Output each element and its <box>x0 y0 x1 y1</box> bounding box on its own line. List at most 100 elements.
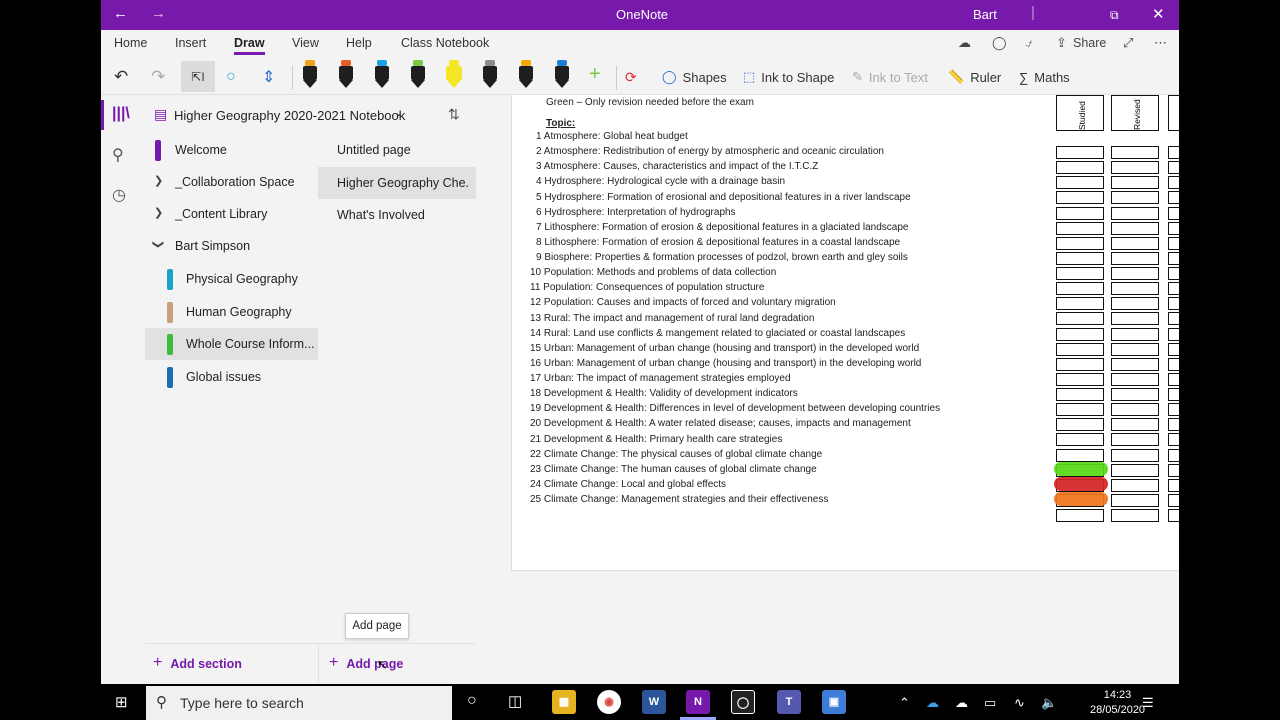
checklist-cell[interactable] <box>1168 433 1179 447</box>
ink-to-text-button[interactable]: ✎ Ink to Text <box>852 64 928 90</box>
taskbar-clock[interactable]: 14:23 28/05/2020 <box>1090 688 1145 718</box>
type-select-tool-icon[interactable]: ⇱I <box>181 61 215 92</box>
back-arrow-icon[interactable]: ← <box>113 5 128 22</box>
section-whole-course-information[interactable]: Whole Course Inform... <box>145 328 318 360</box>
checklist-cell[interactable] <box>1168 493 1179 507</box>
checklist-cell[interactable] <box>1056 433 1104 447</box>
checklist-cell[interactable] <box>1168 297 1179 311</box>
chevron-right-icon[interactable]: ❯ <box>154 206 163 219</box>
checklist-cell[interactable] <box>1168 357 1179 371</box>
checklist-cell[interactable] <box>1168 236 1179 250</box>
checklist-cell[interactable] <box>1111 448 1159 462</box>
checklist-cell[interactable] <box>1168 478 1179 492</box>
section-physical-geography[interactable]: Physical Geography <box>145 263 318 295</box>
checklist-cell[interactable] <box>1168 509 1179 523</box>
notebook-header[interactable]: ▤ Higher Geography 2020-2021 Notebook ⌄ … <box>145 95 476 133</box>
checklist-cell[interactable] <box>1168 388 1179 402</box>
checklist-cell[interactable] <box>1168 463 1179 477</box>
teams-icon[interactable]: T <box>777 690 801 714</box>
checklist-cell[interactable] <box>1168 403 1179 417</box>
section-human-geography[interactable]: Human Geography <box>145 296 318 328</box>
page-untitled[interactable]: Untitled page <box>318 134 476 166</box>
checklist-cell[interactable] <box>1111 493 1159 507</box>
checklist-cell[interactable] <box>1111 236 1159 250</box>
task-view-icon[interactable]: ◫ <box>508 692 522 710</box>
section-group-collaboration-space[interactable]: ❯ _Collaboration Space <box>145 166 318 198</box>
section-welcome[interactable]: Welcome <box>145 134 318 166</box>
checklist-cell[interactable] <box>1168 206 1179 220</box>
checklist-cell[interactable] <box>1056 146 1104 159</box>
checklist-cell[interactable] <box>1056 509 1104 523</box>
checklist-cell[interactable] <box>1111 251 1159 265</box>
checklist-cell[interactable] <box>1056 327 1104 341</box>
checklist-cell[interactable] <box>1111 206 1159 220</box>
windows-start-icon[interactable]: ⊞ <box>115 693 128 711</box>
maths-button[interactable]: ∑ Maths <box>1019 64 1070 90</box>
pen-icon[interactable] <box>410 60 426 90</box>
checklist-cell[interactable] <box>1168 176 1179 190</box>
checklist-cell[interactable] <box>1056 176 1104 190</box>
checklist-cell[interactable] <box>1168 191 1179 205</box>
checklist-cell[interactable] <box>1168 342 1179 356</box>
checklist-cell[interactable] <box>1056 161 1104 175</box>
expand-icon[interactable]: ⤢ <box>1123 35 1133 51</box>
checklist-cell[interactable] <box>1111 282 1159 296</box>
action-center-icon[interactable]: ☰ <box>1142 695 1154 711</box>
checklist-cell[interactable] <box>1056 372 1104 386</box>
checklist-cell[interactable] <box>1056 448 1104 462</box>
checklist-cell[interactable] <box>1111 433 1159 447</box>
section-group-content-library[interactable]: ❯ _Content Library <box>145 198 318 230</box>
notebooks-icon[interactable]: |||\ <box>112 105 130 123</box>
checklist-cell[interactable] <box>1111 509 1159 523</box>
restore-icon[interactable]: ⧉ <box>1110 8 1119 23</box>
checklist-cell[interactable] <box>1056 357 1104 371</box>
checklist-cell[interactable] <box>1056 236 1104 250</box>
checklist-cell[interactable] <box>1168 267 1179 281</box>
pen-icon[interactable] <box>482 60 498 90</box>
ruler-button[interactable]: 📏 Ruler <box>948 64 1001 90</box>
share-button[interactable]: Share <box>1073 36 1106 50</box>
forward-arrow-icon[interactable]: → <box>151 5 166 22</box>
checklist-cell[interactable] <box>1168 251 1179 265</box>
checklist-cell[interactable] <box>1111 297 1159 311</box>
onedrive-personal-icon[interactable]: ☁ <box>955 695 968 711</box>
pen-icon[interactable] <box>518 60 534 90</box>
search-icon[interactable]: ⚲ <box>112 145 124 165</box>
checklist-cell[interactable] <box>1111 221 1159 235</box>
checklist-cell[interactable] <box>1056 191 1104 205</box>
checklist-cell[interactable] <box>1111 342 1159 356</box>
lasso-select-icon[interactable]: ○ <box>226 64 236 90</box>
checklist-cell[interactable] <box>1056 342 1104 356</box>
checklist-cell[interactable] <box>1168 161 1179 175</box>
checklist-cell[interactable] <box>1111 372 1159 386</box>
sort-icon[interactable]: ⇅ <box>448 106 460 123</box>
checklist-cell[interactable] <box>1111 267 1159 281</box>
chevron-down-icon[interactable]: ⌄ <box>394 106 403 119</box>
onenote-taskbar-icon[interactable]: N <box>686 690 710 714</box>
word-icon[interactable]: W <box>642 690 666 714</box>
ink-to-shape-button[interactable]: ⬚ Ink to Shape <box>743 64 834 90</box>
checklist-cell[interactable] <box>1168 448 1179 462</box>
add-space-icon[interactable]: ⇕ <box>262 64 275 90</box>
wifi-icon[interactable]: ∿ <box>1014 695 1025 711</box>
chrome-icon[interactable]: ◉ <box>597 690 621 714</box>
add-page-button[interactable]: + Add page <box>329 655 403 672</box>
tab-help[interactable]: Help <box>346 36 372 50</box>
chevron-right-icon[interactable]: ❯ <box>154 174 163 187</box>
checklist-cell[interactable] <box>1168 327 1179 341</box>
page-whats-involved[interactable]: What's Involved <box>318 199 476 231</box>
checklist-cell[interactable] <box>1111 478 1159 492</box>
user-name[interactable]: Bart <box>973 7 997 22</box>
recent-notes-icon[interactable]: ◷ <box>112 185 126 205</box>
pen-icon[interactable] <box>554 60 570 90</box>
checklist-cell[interactable] <box>1056 312 1104 326</box>
checklist-cell[interactable] <box>1111 463 1159 477</box>
checklist-cell[interactable] <box>1056 403 1104 417</box>
shapes-button[interactable]: ◯ Shapes <box>662 64 727 90</box>
tab-class-notebook[interactable]: Class Notebook <box>401 36 489 50</box>
screen-recorder-icon[interactable]: ▣ <box>822 690 846 714</box>
checklist-cell[interactable] <box>1111 403 1159 417</box>
pen-icon[interactable] <box>446 60 462 90</box>
chevron-down-icon[interactable]: ❯ <box>152 240 165 249</box>
checklist-cell[interactable] <box>1056 206 1104 220</box>
